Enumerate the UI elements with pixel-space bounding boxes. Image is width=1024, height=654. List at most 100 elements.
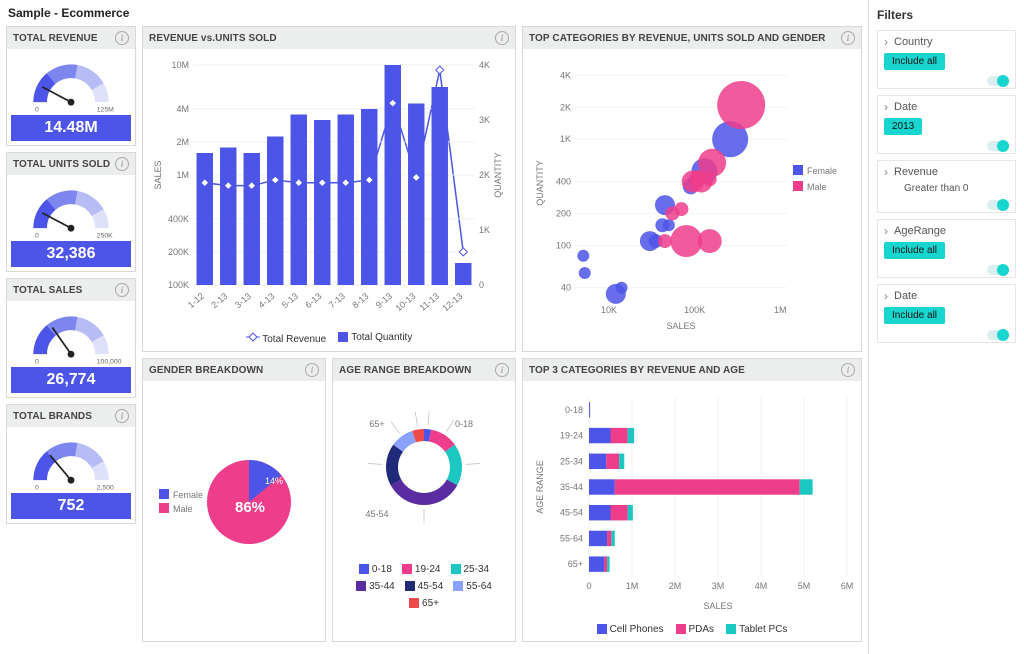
svg-text:1K: 1K bbox=[479, 225, 490, 235]
filter-block[interactable]: Date2013 bbox=[877, 95, 1016, 154]
filter-value[interactable]: Include all bbox=[884, 242, 1009, 259]
svg-text:65+: 65+ bbox=[369, 419, 384, 429]
info-icon[interactable]: i bbox=[115, 157, 129, 171]
svg-text:86%: 86% bbox=[235, 499, 265, 516]
info-icon[interactable]: i bbox=[841, 363, 855, 377]
svg-text:2,500: 2,500 bbox=[97, 485, 114, 492]
filter-block[interactable]: AgeRangeInclude all bbox=[877, 219, 1016, 278]
info-icon[interactable]: i bbox=[115, 409, 129, 423]
svg-text:QUANTITY: QUANTITY bbox=[493, 152, 503, 198]
svg-text:5M: 5M bbox=[798, 581, 811, 591]
filter-name[interactable]: Country bbox=[878, 31, 1015, 53]
filters-panel: Filters CountryInclude allDate2013Revenu… bbox=[868, 0, 1024, 654]
svg-text:100K: 100K bbox=[684, 305, 705, 315]
info-icon[interactable]: i bbox=[495, 31, 509, 45]
filter-value[interactable]: 2013 bbox=[884, 118, 1009, 135]
page-title: Sample - Ecommerce bbox=[6, 4, 862, 26]
info-icon[interactable]: i bbox=[495, 363, 509, 377]
svg-text:35-44: 35-44 bbox=[560, 482, 583, 492]
filter-name[interactable]: Revenue bbox=[878, 161, 1015, 183]
info-icon[interactable]: i bbox=[115, 283, 129, 297]
info-icon[interactable]: i bbox=[115, 31, 129, 45]
svg-text:65+: 65+ bbox=[568, 559, 583, 569]
filter-toggle[interactable] bbox=[878, 330, 1015, 342]
svg-text:2M: 2M bbox=[669, 581, 682, 591]
svg-text:2K: 2K bbox=[479, 170, 490, 180]
legend-item: 25-34 bbox=[451, 564, 490, 575]
legend-item: Cell Phones bbox=[597, 624, 664, 635]
kpi-card-units: TOTAL UNITS SOLD i 0250K 32,386 bbox=[6, 152, 136, 272]
chart-svg: 100K200K400K1M2M4M10M01K2K3K4K1-122-133-… bbox=[149, 55, 509, 325]
svg-text:2M: 2M bbox=[176, 137, 189, 147]
svg-text:2K: 2K bbox=[560, 102, 571, 112]
filter-name[interactable]: AgeRange bbox=[878, 220, 1015, 242]
svg-text:0-18: 0-18 bbox=[565, 405, 583, 415]
filter-toggle[interactable] bbox=[878, 265, 1015, 277]
kpi-card-revenue: TOTAL REVENUEi 0125M 14.48M bbox=[6, 26, 136, 146]
svg-text:1M: 1M bbox=[176, 170, 189, 180]
svg-text:Female: Female bbox=[173, 490, 203, 500]
svg-text:400: 400 bbox=[556, 177, 571, 187]
svg-text:0: 0 bbox=[35, 107, 39, 114]
svg-text:250K: 250K bbox=[97, 233, 113, 240]
chart-svg: 401002004001K2K4K10K100K1MQUANTITYSALESF… bbox=[529, 55, 857, 335]
filter-toggle[interactable] bbox=[878, 141, 1015, 153]
svg-text:3-13: 3-13 bbox=[233, 291, 253, 310]
filter-name[interactable]: Date bbox=[878, 96, 1015, 118]
filter-toggle[interactable] bbox=[878, 200, 1015, 212]
info-icon[interactable]: i bbox=[841, 31, 855, 45]
gauge-units: 0250K bbox=[16, 181, 126, 241]
svg-text:45-54: 45-54 bbox=[365, 509, 388, 519]
chart-svg: 0-1845-5465+ bbox=[339, 387, 509, 557]
svg-text:200: 200 bbox=[556, 208, 571, 218]
svg-text:9-13: 9-13 bbox=[374, 291, 394, 310]
svg-text:1K: 1K bbox=[560, 134, 571, 144]
legend-item: 35-44 bbox=[356, 581, 395, 592]
svg-text:100K: 100K bbox=[168, 280, 189, 290]
filter-block[interactable]: RevenueGreater than 0 bbox=[877, 160, 1016, 213]
filter-toggle[interactable] bbox=[878, 76, 1015, 88]
kpi-value: 32,386 bbox=[11, 241, 131, 267]
svg-text:6M: 6M bbox=[841, 581, 854, 591]
chart-bubble: TOP CATEGORIES BY REVENUE, UNITS SOLD AN… bbox=[522, 26, 862, 352]
svg-text:8-13: 8-13 bbox=[350, 291, 370, 310]
chart-title: TOP 3 CATEGORIES BY REVENUE AND AGE bbox=[529, 365, 745, 376]
svg-text:55-64: 55-64 bbox=[560, 533, 583, 543]
svg-text:4K: 4K bbox=[479, 60, 490, 70]
gauge-sales: 0100,000 bbox=[16, 307, 126, 367]
svg-text:3K: 3K bbox=[479, 115, 490, 125]
kpi-title: TOTAL UNITS SOLD bbox=[13, 159, 110, 170]
svg-text:100: 100 bbox=[556, 240, 571, 250]
filter-block[interactable]: CountryInclude all bbox=[877, 30, 1016, 89]
filter-name[interactable]: Date bbox=[878, 285, 1015, 307]
legend-item: 65+ bbox=[409, 598, 439, 609]
filters-title: Filters bbox=[877, 6, 1016, 30]
chart-title: REVENUE vs.UNITS SOLD bbox=[149, 33, 277, 44]
filter-block[interactable]: DateInclude all bbox=[877, 284, 1016, 343]
svg-text:AGE RANGE: AGE RANGE bbox=[535, 460, 545, 514]
svg-text:0: 0 bbox=[479, 280, 484, 290]
kpi-card-sales: TOTAL SALESi 0100,000 26,774 bbox=[6, 278, 136, 398]
svg-text:7-13: 7-13 bbox=[327, 291, 347, 310]
filter-value[interactable]: Greater than 0 bbox=[884, 183, 1009, 194]
chart-age-donut: AGE RANGE BREAKDOWNi 0-1845-5465+ 0-1819… bbox=[332, 358, 516, 642]
info-icon[interactable]: i bbox=[305, 363, 319, 377]
svg-text:10-13: 10-13 bbox=[393, 291, 417, 313]
filter-value[interactable]: Include all bbox=[884, 53, 1009, 70]
legend-item: PDAs bbox=[676, 624, 715, 635]
legend-item: Total Quantity bbox=[338, 332, 412, 345]
svg-text:400K: 400K bbox=[168, 214, 189, 224]
svg-text:11-13: 11-13 bbox=[417, 291, 441, 313]
kpi-title: TOTAL SALES bbox=[13, 285, 82, 296]
svg-text:100,000: 100,000 bbox=[97, 359, 122, 366]
svg-text:19-24: 19-24 bbox=[560, 431, 583, 441]
svg-text:SALES: SALES bbox=[666, 321, 695, 331]
svg-text:200K: 200K bbox=[168, 247, 189, 257]
gauge-brands: 02,500 bbox=[16, 433, 126, 493]
filter-value[interactable]: Include all bbox=[884, 307, 1009, 324]
svg-text:Male: Male bbox=[807, 182, 827, 192]
kpi-value: 752 bbox=[11, 493, 131, 519]
gauge-revenue: 0125M bbox=[16, 55, 126, 115]
svg-text:12-13: 12-13 bbox=[440, 291, 464, 313]
svg-text:4K: 4K bbox=[560, 70, 571, 80]
